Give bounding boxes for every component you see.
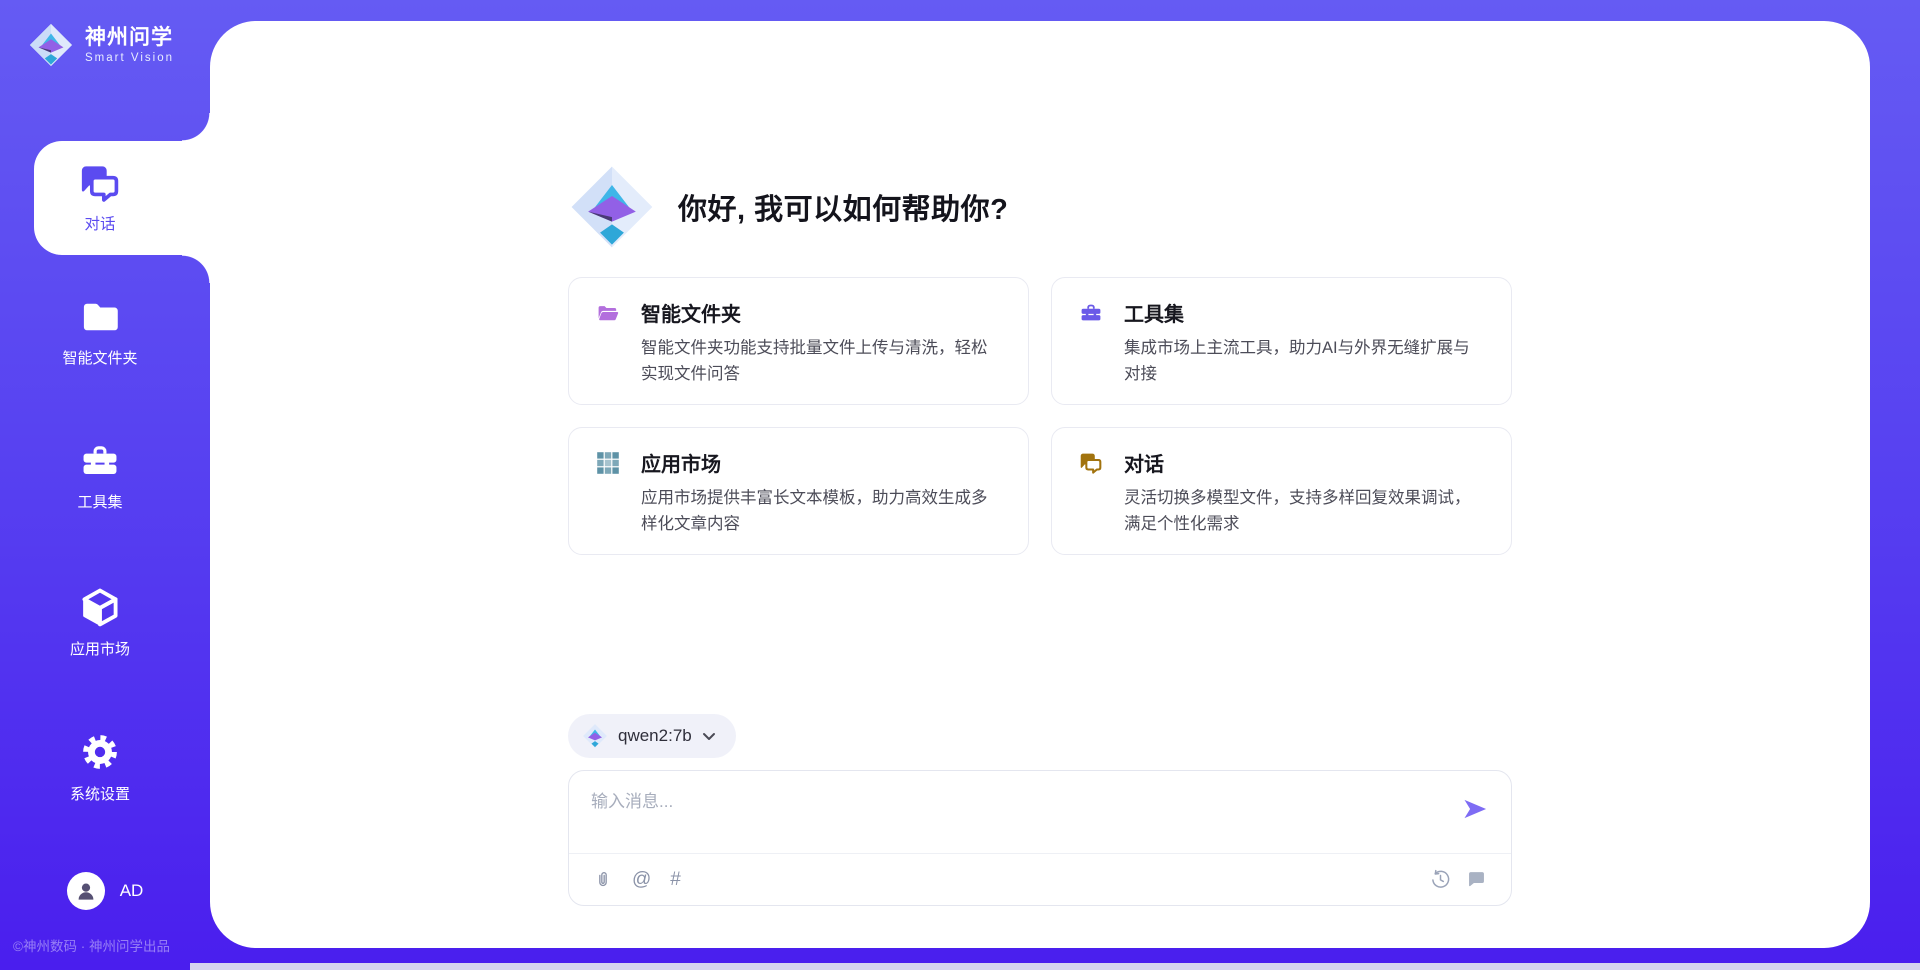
feature-card-app-market[interactable]: 应用市场 应用市场提供丰富长文本模板，助力高效生成多样化文章内容 [568,427,1029,555]
send-icon[interactable] [1461,795,1489,823]
toolbox-icon [1078,301,1104,325]
grid-icon [595,451,621,475]
card-description: 集成市场上主流工具，助力AI与外界无缝扩展与对接 [1124,336,1485,387]
card-title: 智能文件夹 [641,298,741,327]
model-name: qwen2:7b [618,726,692,746]
sidebar-item-label: 对话 [84,212,115,234]
feature-card-toolset[interactable]: 工具集 集成市场上主流工具，助力AI与外界无缝扩展与对接 [1051,277,1512,405]
folder-icon [77,296,123,338]
horizontal-scrollbar[interactable] [190,963,1920,970]
feature-card-chat[interactable]: 对话 灵活切换多模型文件，支持多样回复效果调试，满足个性化需求 [1051,427,1512,555]
sidebar-item-toolset[interactable]: 工具集 [0,440,200,512]
card-description: 智能文件夹功能支持批量文件上传与清洗，轻松实现文件问答 [641,336,1002,387]
sidebar-item-label: 工具集 [77,491,122,512]
person-icon [74,879,98,903]
history-icon[interactable] [1430,869,1451,890]
brand-name: 神州问学 [85,26,174,49]
gear-icon [78,730,122,774]
greeting-title: 你好, 我可以如何帮助你? [678,186,1008,228]
at-icon[interactable]: @ [632,870,651,889]
toolbox-icon [77,440,123,482]
avatar [67,872,105,910]
card-description: 应用市场提供丰富长文本模板，助力高效生成多样化文章内容 [641,486,1002,537]
sidebar-item-chat[interactable]: 对话 [34,141,210,255]
paperclip-icon[interactable] [593,869,613,891]
hash-icon[interactable]: # [670,870,681,889]
model-selector[interactable]: qwen2:7b [568,714,736,758]
chat-bubbles-icon [1078,451,1104,475]
chevron-down-icon [702,731,716,742]
sidebar-item-label: 应用市场 [70,638,130,659]
app-window: 神州问学 Smart Vision 对话 智能文件夹 [0,0,1920,970]
folder-open-icon [595,301,621,325]
sidebar-item-smart-folders[interactable]: 智能文件夹 [0,296,200,368]
sidebar-item-label: 智能文件夹 [62,347,137,368]
message-input[interactable] [589,785,1441,845]
composer: qwen2:7b [568,714,1512,906]
card-title: 对话 [1124,448,1164,477]
greeting-row: 你好, 我可以如何帮助你? [568,163,1512,251]
user-initials: AD [120,881,144,901]
copyright-footer: ©神州数码 · 神州问学出品 [13,935,170,955]
sidebar-item-label: 系统设置 [70,783,130,804]
main-panel: 你好, 我可以如何帮助你? 智能文件夹 智能文件夹功能支持批量文件上传与清洗，轻… [210,21,1870,948]
sidebar: 神州问学 Smart Vision 对话 智能文件夹 [0,0,210,970]
model-logo-icon [582,723,608,749]
message-input-box: @ # [568,770,1512,906]
brand: 神州问学 Smart Vision [28,22,174,68]
cube-icon [77,585,123,629]
feedback-bubble-icon[interactable] [1466,869,1487,890]
chat-bubbles-icon [77,162,123,204]
card-title: 应用市场 [641,448,721,477]
brand-subtitle: Smart Vision [85,52,174,64]
card-description: 灵活切换多模型文件，支持多样回复效果调试，满足个性化需求 [1124,486,1485,537]
assistant-logo-icon [568,163,656,251]
brand-logo-icon [28,22,74,68]
user-profile[interactable]: AD [0,872,210,910]
card-title: 工具集 [1124,298,1184,327]
sidebar-item-app-market[interactable]: 应用市场 [0,585,200,659]
sidebar-item-settings[interactable]: 系统设置 [0,730,200,804]
feature-cards: 智能文件夹 智能文件夹功能支持批量文件上传与清洗，轻松实现文件问答 工具 [568,277,1512,555]
feature-card-smart-folders[interactable]: 智能文件夹 智能文件夹功能支持批量文件上传与清洗，轻松实现文件问答 [568,277,1029,405]
